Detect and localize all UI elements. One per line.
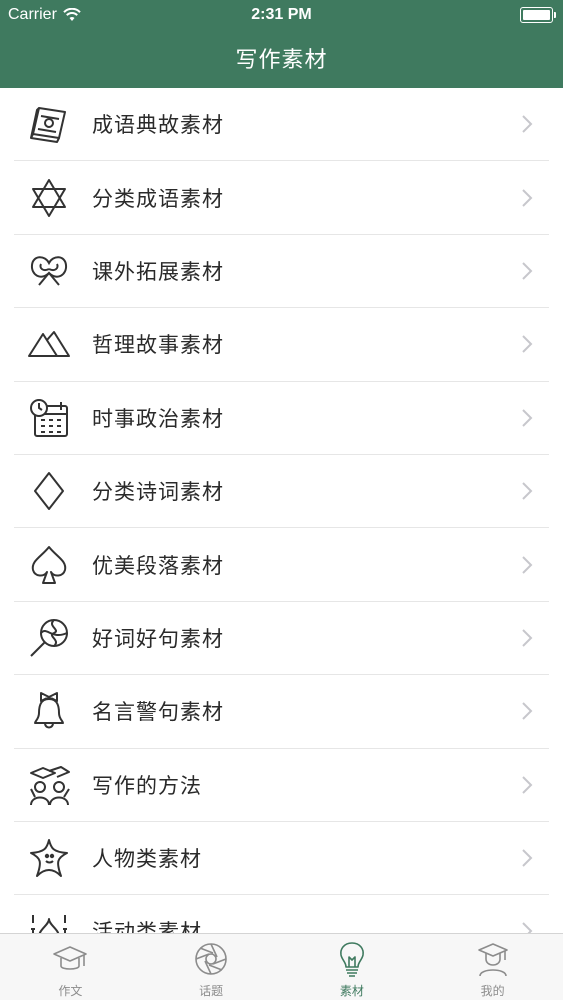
chevron-right-icon bbox=[522, 629, 533, 647]
battery-icon bbox=[520, 7, 556, 23]
tab-label: 话题 bbox=[199, 984, 224, 998]
list-item-label: 分类诗词素材 bbox=[92, 480, 224, 505]
tab-topics[interactable]: 话题 bbox=[141, 934, 282, 1000]
calendar-clock-icon bbox=[26, 395, 72, 441]
chevron-right-icon bbox=[522, 335, 533, 354]
list-item[interactable]: 优美段落素材 bbox=[14, 528, 549, 602]
list-item[interactable]: 好词好句素材 bbox=[14, 602, 549, 676]
tab-bar: 作文 话题 素材 我的 bbox=[0, 933, 563, 1000]
list-item-label: 哲理故事素材 bbox=[92, 333, 224, 358]
tab-materials[interactable]: 素材 bbox=[282, 934, 423, 1000]
graduates-icon bbox=[26, 762, 72, 808]
list-item[interactable]: 名言警句素材 bbox=[14, 675, 549, 749]
list-item[interactable]: 课外拓展素材 bbox=[14, 235, 549, 309]
list-item-label: 写作的方法 bbox=[92, 773, 202, 798]
lollipop-icon bbox=[26, 615, 72, 661]
list-item-label: 课外拓展素材 bbox=[92, 259, 224, 284]
list-item[interactable]: 成语典故素材 bbox=[14, 88, 549, 162]
chevron-right-icon bbox=[522, 188, 533, 207]
chevron-right-icon bbox=[522, 849, 533, 867]
list-item-label: 时事政治素材 bbox=[92, 406, 224, 431]
chevron-right-icon bbox=[522, 482, 533, 500]
star-of-david-icon bbox=[26, 175, 72, 221]
spade-icon bbox=[26, 542, 72, 588]
list-item-label: 活动类素材 bbox=[92, 920, 202, 933]
mosque-icon bbox=[26, 908, 72, 933]
graduation-cap-icon bbox=[53, 946, 88, 970]
list-item-label: 优美段落素材 bbox=[92, 553, 224, 578]
chevron-right-icon bbox=[522, 922, 533, 933]
bell-icon bbox=[26, 688, 72, 734]
chevron-right-icon bbox=[522, 555, 533, 574]
tab-me[interactable]: 我的 bbox=[422, 934, 563, 1000]
list-item-label: 成语典故素材 bbox=[92, 113, 224, 138]
list-item-label: 分类成语素材 bbox=[92, 186, 224, 211]
chevron-right-icon bbox=[522, 409, 533, 427]
list-item[interactable]: 分类成语素材 bbox=[14, 161, 549, 235]
chevron-right-icon bbox=[522, 262, 533, 280]
lightbulb-icon bbox=[339, 942, 364, 977]
tab-label: 我的 bbox=[480, 984, 505, 998]
tab-label: 素材 bbox=[339, 984, 364, 998]
chevron-right-icon bbox=[522, 702, 533, 721]
list-item[interactable]: 分类诗词素材 bbox=[14, 455, 549, 529]
list-item-label: 好词好句素材 bbox=[92, 626, 224, 651]
list-item[interactable]: 哲理故事素材 bbox=[14, 308, 549, 382]
list-item-label: 名言警句素材 bbox=[92, 700, 224, 725]
list-item[interactable]: 活动类素材 bbox=[14, 895, 549, 933]
navigation-header: Carrier 2:31 PM 写作素材 bbox=[0, 0, 563, 88]
page-title: 写作素材 bbox=[235, 48, 328, 73]
user-grad-icon bbox=[477, 943, 508, 977]
diamond-icon bbox=[26, 468, 72, 514]
tab-compositions[interactable]: 作文 bbox=[0, 934, 141, 1000]
chevron-right-icon bbox=[522, 775, 533, 794]
pretzel-icon bbox=[26, 248, 72, 294]
aperture-icon bbox=[195, 943, 227, 975]
material-list: 成语典故素材 分类成语素材 课外拓展素材 哲理故事素材 时事政治素材 分类诗词素… bbox=[14, 88, 549, 933]
list-item[interactable]: 人物类素材 bbox=[14, 822, 549, 896]
book-icon bbox=[26, 101, 72, 147]
starfish-icon bbox=[26, 835, 72, 881]
status-bar: Carrier 2:31 PM bbox=[0, 0, 563, 30]
list-item[interactable]: 时事政治素材 bbox=[14, 382, 549, 455]
chevron-right-icon bbox=[522, 115, 533, 133]
list-item[interactable]: 写作的方法 bbox=[14, 749, 549, 822]
status-time: 2:31 PM bbox=[251, 6, 312, 23]
list-item-label: 人物类素材 bbox=[92, 847, 202, 872]
tab-label: 作文 bbox=[58, 984, 83, 998]
mountains-icon bbox=[26, 321, 72, 367]
